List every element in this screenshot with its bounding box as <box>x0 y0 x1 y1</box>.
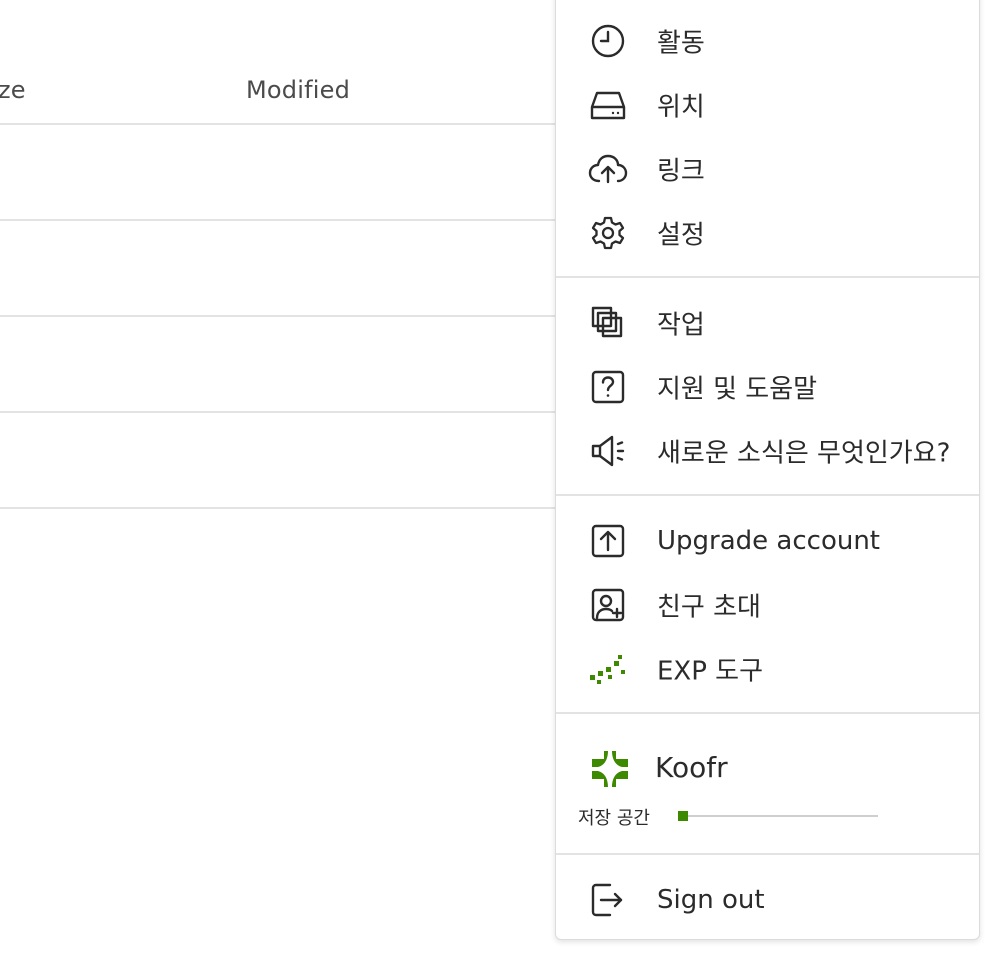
megaphone-icon <box>588 431 628 471</box>
menu-item-label: 지원 및 도움말 <box>657 374 818 405</box>
menu-item-upgrade-account[interactable]: Upgrade account <box>556 513 979 569</box>
menu-item-label: Upgrade account <box>657 526 881 556</box>
menu-divider <box>556 853 979 855</box>
menu-item-links[interactable]: 링크 <box>556 141 979 197</box>
file-row[interactable] <box>0 125 556 219</box>
cloud-upload-icon <box>588 149 628 189</box>
storage-label: 저장 공간 <box>578 808 650 829</box>
column-header-size[interactable]: ze <box>0 76 26 104</box>
menu-item-label: 작업 <box>657 310 705 341</box>
menu-item-label: 링크 <box>657 156 705 187</box>
column-header-modified[interactable]: Modified <box>246 76 350 104</box>
clock-icon <box>588 21 628 61</box>
menu-item-settings[interactable]: 설정 <box>556 205 979 261</box>
upgrade-icon <box>588 521 628 561</box>
help-icon <box>588 367 628 407</box>
drive-icon <box>588 85 628 125</box>
exp-tools-icon <box>588 649 628 689</box>
menu-item-label: 설정 <box>657 220 705 251</box>
gear-icon <box>588 213 628 253</box>
row-divider <box>0 507 556 509</box>
stacked-copies-icon <box>588 303 628 343</box>
menu-item-label: 활동 <box>657 28 705 59</box>
file-row[interactable] <box>0 317 556 411</box>
file-row[interactable] <box>0 221 556 315</box>
menu-item-places[interactable]: 위치 <box>556 77 979 133</box>
menu-item-label: Sign out <box>657 885 765 915</box>
menu-item-jobs[interactable]: 작업 <box>556 295 979 351</box>
menu-item-label: 새로운 소식은 무엇인가요? <box>657 438 951 469</box>
storage-usage-fill <box>678 811 688 821</box>
menu-item-label: 친구 초대 <box>657 592 761 623</box>
sign-out-icon <box>588 880 628 920</box>
menu-item-label: EXP 도구 <box>657 656 764 687</box>
menu-item-activity[interactable]: 활동 <box>556 13 979 69</box>
menu-item-invite-friend[interactable]: 친구 초대 <box>556 577 979 633</box>
account-menu: 활동 위치 링크 설정 작업 지원 및 도움말 새로운 소식은 무엇인가요? U… <box>555 0 980 940</box>
menu-item-label: 위치 <box>657 92 705 123</box>
menu-item-sign-out[interactable]: Sign out <box>556 872 979 928</box>
menu-divider <box>556 494 979 496</box>
page: ze Modified 활동 위치 링크 설정 작업 지원 및 도움말 새로운 … <box>0 0 996 958</box>
storage-usage-bar <box>678 811 878 821</box>
menu-item-help[interactable]: 지원 및 도움말 <box>556 359 979 415</box>
file-row[interactable] <box>0 413 556 507</box>
invite-friend-icon <box>588 585 628 625</box>
menu-divider <box>556 712 979 714</box>
koofr-logo-icon <box>592 751 628 787</box>
brand-name: Koofr <box>655 751 728 784</box>
menu-item-exp-tools[interactable]: EXP 도구 <box>556 641 979 697</box>
menu-item-whats-new[interactable]: 새로운 소식은 무엇인가요? <box>556 423 979 479</box>
menu-divider <box>556 276 979 278</box>
